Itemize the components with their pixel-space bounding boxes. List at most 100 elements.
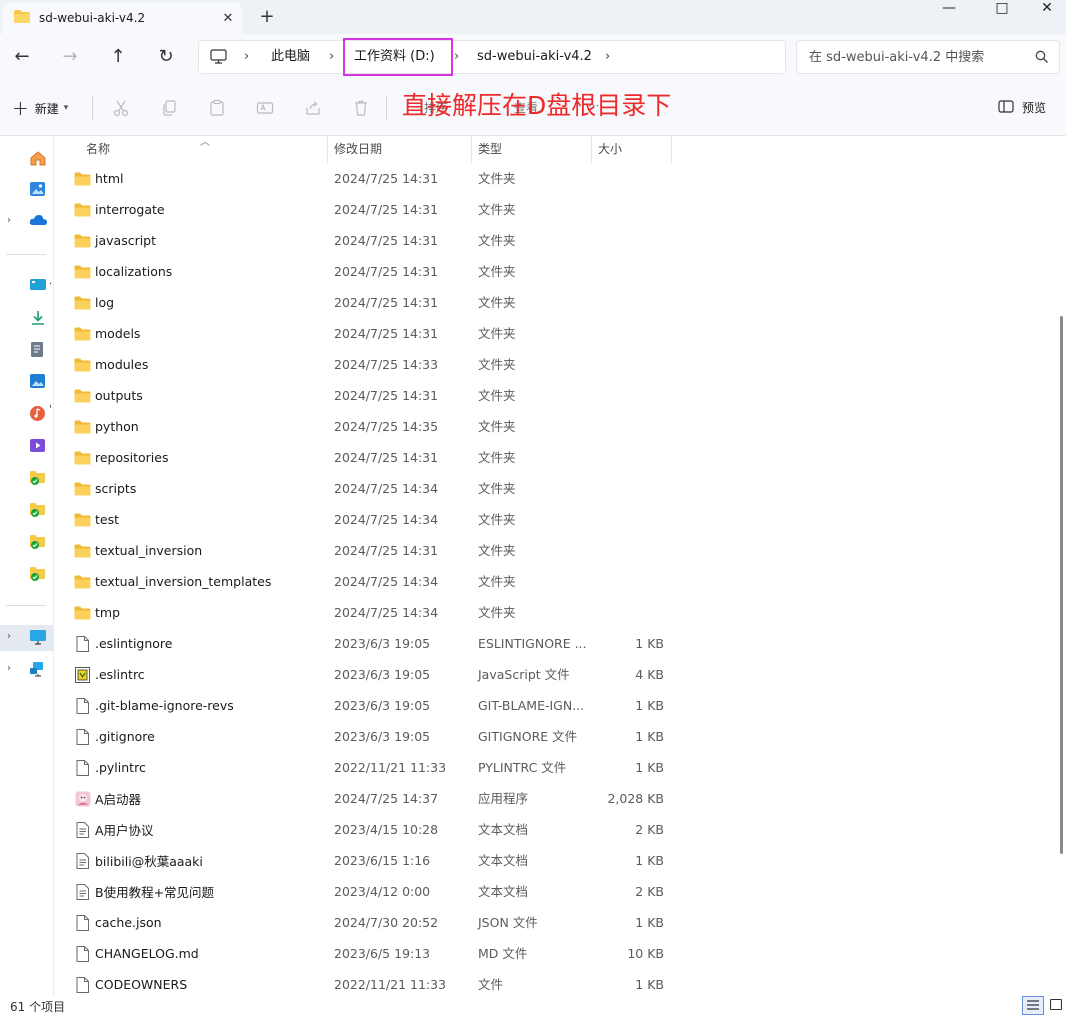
back-button[interactable]: ←	[6, 42, 38, 72]
file-name-cell[interactable]: python	[74, 411, 139, 442]
table-row[interactable]: javascript 2024/7/25 14:31 文件夹	[54, 225, 1058, 256]
table-row[interactable]: bilibili@秋葉aaaki 2023/6/15 1:16 文本文档 1 KB	[54, 845, 1058, 876]
file-name-cell[interactable]: CHANGELOG.md	[74, 938, 199, 969]
breadcrumb-separator[interactable]: ›	[329, 41, 334, 73]
file-name-cell[interactable]: cache.json	[74, 907, 162, 938]
search-input[interactable]	[809, 48, 1029, 66]
file-name-cell[interactable]: .git-blame-ignore-revs	[74, 690, 234, 721]
file-name-cell[interactable]: html	[74, 163, 123, 194]
table-row[interactable]: python 2024/7/25 14:35 文件夹	[54, 411, 1058, 442]
nav-item-downloads[interactable]	[0, 305, 54, 331]
table-row[interactable]: A启动器 2024/7/25 14:37 应用程序 2,028 KB	[54, 783, 1058, 814]
file-name-cell[interactable]: CODEOWNERS	[74, 969, 187, 996]
column-header-type[interactable]: 类型	[472, 136, 592, 163]
table-row[interactable]: CHANGELOG.md 2023/6/5 19:13 MD 文件 10 KB	[54, 938, 1058, 969]
file-name-cell[interactable]: localizations	[74, 256, 172, 287]
file-name-cell[interactable]: repositories	[74, 442, 169, 473]
chevron-right-icon[interactable]: ›	[7, 215, 11, 226]
table-row[interactable]: cache.json 2024/7/30 20:52 JSON 文件 1 KB	[54, 907, 1058, 938]
file-name-cell[interactable]: javascript	[74, 225, 156, 256]
column-header-size[interactable]: 大小	[592, 136, 672, 163]
file-name-cell[interactable]: outputs	[74, 380, 143, 411]
table-row[interactable]: .gitignore 2023/6/3 19:05 GITIGNORE 文件 1 KB	[54, 721, 1058, 752]
nav-item-pictures[interactable]	[0, 369, 54, 395]
nav-item-network[interactable]: ›	[0, 657, 54, 683]
file-name-cell[interactable]: .gitignore	[74, 721, 155, 752]
nav-item-documents[interactable]	[0, 337, 54, 363]
breadcrumb-this-pc[interactable]: 此电脑	[271, 41, 310, 73]
breadcrumb[interactable]: › 此电脑 › 工作资料 (D:) › sd-webui-aki-v4.2 ›	[198, 38, 786, 76]
nav-item-pinned-4[interactable]	[0, 561, 54, 587]
new-tab-button[interactable]: +	[254, 6, 280, 28]
close-window-button[interactable]: ✕	[1024, 0, 1066, 20]
file-name-cell[interactable]: test	[74, 504, 119, 535]
table-row[interactable]: interrogate 2024/7/25 14:31 文件夹	[54, 194, 1058, 225]
nav-item-onedrive[interactable]: ›	[0, 209, 54, 235]
file-name-cell[interactable]: interrogate	[74, 194, 165, 225]
table-row[interactable]: textual_inversion 2024/7/25 14:31 文件夹	[54, 535, 1058, 566]
table-row[interactable]: html 2024/7/25 14:31 文件夹	[54, 163, 1058, 194]
file-name-cell[interactable]: textual_inversion_templates	[74, 566, 271, 597]
cut-icon[interactable]	[109, 96, 133, 120]
nav-item-music[interactable]: '	[0, 401, 54, 427]
file-name-cell[interactable]: B使用教程+常见问题	[74, 876, 214, 907]
table-row[interactable]: .pylintrc 2022/11/21 11:33 PYLINTRC 文件 1 KB	[54, 752, 1058, 783]
tiles-view-button[interactable]	[1045, 996, 1066, 1015]
nav-item-gallery[interactable]	[0, 177, 54, 203]
table-row[interactable]: tmp 2024/7/25 14:34 文件夹	[54, 597, 1058, 628]
breadcrumb-separator[interactable]: ›	[605, 41, 610, 73]
file-name-cell[interactable]: modules	[74, 349, 148, 380]
tab-close-button[interactable]: ✕	[214, 11, 242, 26]
breadcrumb-current-folder[interactable]: sd-webui-aki-v4.2	[477, 41, 592, 73]
maximize-button[interactable]: □	[979, 0, 1025, 20]
table-row[interactable]: scripts 2024/7/25 14:34 文件夹	[54, 473, 1058, 504]
table-row[interactable]: .git-blame-ignore-revs 2023/6/3 19:05 GIT-…	[54, 690, 1058, 721]
file-name-cell[interactable]: .eslintignore	[74, 628, 172, 659]
share-icon[interactable]	[301, 96, 325, 120]
nav-item-pinned-2[interactable]	[0, 497, 54, 523]
file-name-cell[interactable]: A启动器	[74, 783, 141, 814]
file-name-cell[interactable]: models	[74, 318, 140, 349]
chevron-right-icon[interactable]: ›	[7, 631, 11, 642]
file-name-cell[interactable]: A用户协议	[74, 814, 154, 845]
copy-icon[interactable]	[157, 96, 181, 120]
table-row[interactable]: B使用教程+常见问题 2023/4/12 0:00 文本文档 2 KB	[54, 876, 1058, 907]
file-name-cell[interactable]: tmp	[74, 597, 120, 628]
explorer-tab[interactable]: sd-webui-aki-v4.2 ✕	[2, 2, 242, 34]
file-name-cell[interactable]: bilibili@秋葉aaaki	[74, 845, 203, 876]
table-row[interactable]: .eslintrc 2023/6/3 19:05 JavaScript 文件 4 KB	[54, 659, 1058, 690]
minimize-button[interactable]: —	[926, 0, 972, 20]
rename-icon[interactable]	[253, 96, 277, 120]
up-button[interactable]: ↑	[102, 42, 134, 72]
details-view-button[interactable]	[1022, 996, 1044, 1015]
nav-item-pinned-1[interactable]	[0, 465, 54, 491]
table-row[interactable]: modules 2024/7/25 14:33 文件夹	[54, 349, 1058, 380]
table-row[interactable]: CODEOWNERS 2022/11/21 11:33 文件 1 KB	[54, 969, 1058, 996]
refresh-button[interactable]: ↻	[150, 42, 182, 72]
table-row[interactable]: localizations 2024/7/25 14:31 文件夹	[54, 256, 1058, 287]
scrollbar-thumb[interactable]	[1060, 316, 1063, 854]
table-row[interactable]: A用户协议 2023/4/15 10:28 文本文档 2 KB	[54, 814, 1058, 845]
paste-icon[interactable]	[205, 96, 229, 120]
file-name-cell[interactable]: .eslintrc	[74, 659, 145, 690]
preview-button[interactable]: 预览	[998, 99, 1046, 116]
table-row[interactable]: textual_inversion_templates 2024/7/25 14:…	[54, 566, 1058, 597]
breadcrumb-separator[interactable]: ›	[454, 41, 459, 73]
table-row[interactable]: models 2024/7/25 14:31 文件夹	[54, 318, 1058, 349]
chevron-right-icon[interactable]: ›	[7, 663, 11, 674]
file-name-cell[interactable]: scripts	[74, 473, 136, 504]
table-row[interactable]: repositories 2024/7/25 14:31 文件夹	[54, 442, 1058, 473]
nav-item-videos[interactable]	[0, 433, 54, 459]
table-row[interactable]: test 2024/7/25 14:34 文件夹	[54, 504, 1058, 535]
search-box[interactable]	[796, 40, 1060, 74]
forward-button[interactable]: →	[54, 42, 86, 72]
nav-item-pinned-3[interactable]	[0, 529, 54, 555]
column-header-date[interactable]: 修改日期	[328, 136, 472, 163]
nav-item-this-pc[interactable]: ›	[0, 625, 54, 651]
new-button[interactable]: + 新建 ▾	[12, 94, 68, 122]
file-name-cell[interactable]: .pylintrc	[74, 752, 146, 783]
delete-icon[interactable]	[349, 96, 373, 120]
vertical-scrollbar[interactable]	[1058, 136, 1066, 996]
table-row[interactable]: log 2024/7/25 14:31 文件夹	[54, 287, 1058, 318]
file-name-cell[interactable]: textual_inversion	[74, 535, 202, 566]
